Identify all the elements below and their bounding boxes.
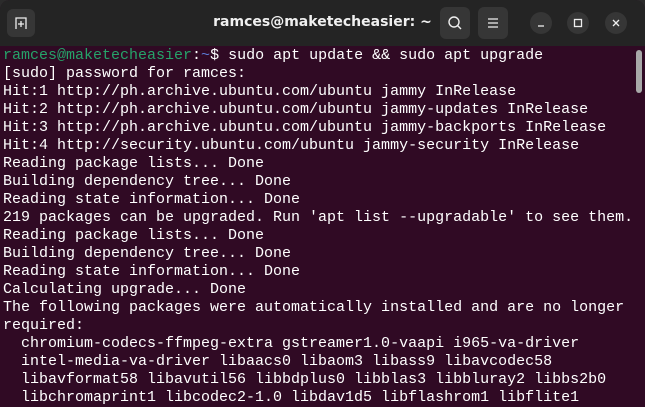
maximize-button[interactable] xyxy=(567,12,589,34)
maximize-icon xyxy=(573,18,583,28)
output-line: Reading package lists... Done xyxy=(3,227,265,244)
output-line: intel-media-va-driver libaacs0 libaom3 l… xyxy=(3,353,553,370)
scrollbar-thumb[interactable] xyxy=(636,50,642,93)
prompt-path: ~ xyxy=(201,47,211,64)
command-text: sudo apt update && sudo apt upgrade xyxy=(219,47,544,64)
output-line: required: xyxy=(3,317,85,334)
menu-button[interactable] xyxy=(478,7,508,39)
close-button[interactable] xyxy=(605,12,627,34)
output-line: Hit:1 http://ph.archive.ubuntu.com/ubunt… xyxy=(3,83,517,100)
output-line: chromium-codecs-ffmpeg-extra gstreamer1.… xyxy=(3,335,580,352)
output-line: libavformat58 libavutil56 libbdplus0 lib… xyxy=(3,371,607,388)
output-line: The following packages were automaticall… xyxy=(3,299,625,316)
output-line: Hit:3 http://ph.archive.ubuntu.com/ubunt… xyxy=(3,119,607,136)
search-icon xyxy=(448,16,462,30)
search-button[interactable] xyxy=(440,7,470,39)
output-line: Hit:4 http://security.ubuntu.com/ubuntu … xyxy=(3,137,580,154)
output-line: [sudo] password for ramces: xyxy=(3,65,247,82)
menu-icon xyxy=(488,18,498,28)
output-lines: [sudo] password for ramces: Hit:1 http://… xyxy=(3,65,633,407)
output-line: Reading state information... Done xyxy=(3,191,301,208)
title-bar[interactable]: ramces@maketecheasier: ~ xyxy=(0,0,645,46)
close-icon xyxy=(612,19,620,27)
output-line: 219 packages can be upgraded. Run 'apt l… xyxy=(3,209,634,226)
terminal-output[interactable]: ramces@maketecheasier:~$ sudo apt update… xyxy=(3,47,633,407)
output-line: Hit:2 http://ph.archive.ubuntu.com/ubunt… xyxy=(3,101,589,118)
terminal-window: ramces@maketecheasier: ~ ramces@maketech… xyxy=(0,0,645,407)
output-line: Reading package lists... Done xyxy=(3,155,265,172)
minimize-button[interactable] xyxy=(530,12,552,34)
output-line: libchromaprint1 libcodec2-1.0 libdav1d5 … xyxy=(3,389,580,406)
prompt-user-host: ramces@maketecheasier xyxy=(3,47,193,64)
output-line: Building dependency tree... Done xyxy=(3,245,292,262)
output-line: Calculating upgrade... Done xyxy=(3,281,247,298)
command-line: ramces@maketecheasier:~$ sudo apt update… xyxy=(3,47,633,65)
output-line: Building dependency tree... Done xyxy=(3,173,292,190)
scrollbar[interactable] xyxy=(636,50,642,407)
prompt-symbol: $ xyxy=(210,47,220,64)
minimize-icon xyxy=(538,25,544,27)
prompt-separator: : xyxy=(192,47,202,64)
output-line: Reading state information... Done xyxy=(3,263,301,280)
